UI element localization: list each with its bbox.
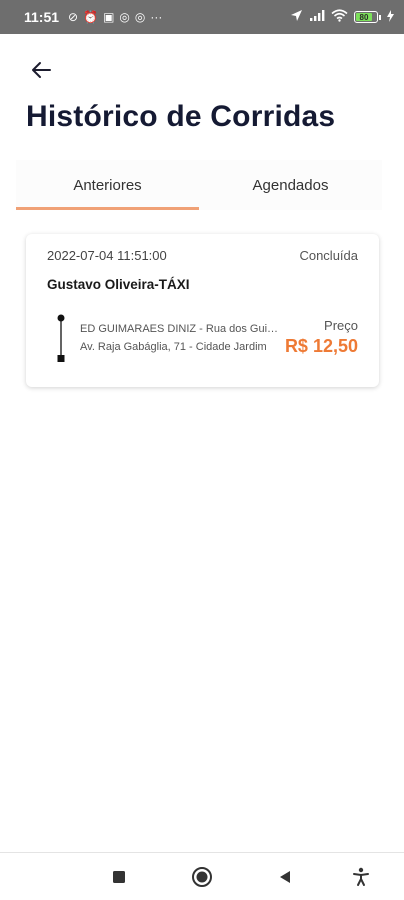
status-left: 11:51 ⊘ ⏰ ▣ ◎ ◎ ··· bbox=[24, 9, 162, 25]
tab-agendados[interactable]: Agendados bbox=[199, 160, 382, 210]
wifi-icon bbox=[331, 9, 348, 25]
square-icon bbox=[113, 871, 125, 883]
price-label: Preço bbox=[324, 318, 358, 333]
ride-driver: Gustavo Oliveira-TÁXI bbox=[47, 277, 190, 292]
nav-back-button[interactable] bbox=[273, 865, 297, 889]
ride-card[interactable]: 2022-07-04 11:51:00 Concluída Gustavo Ol… bbox=[26, 234, 379, 387]
signal-icon bbox=[309, 9, 325, 25]
back-button[interactable] bbox=[26, 55, 56, 85]
home-button[interactable] bbox=[190, 865, 214, 889]
battery-icon: 80 bbox=[354, 11, 381, 23]
status-time: 11:51 bbox=[24, 9, 60, 25]
arrow-left-icon bbox=[32, 62, 51, 78]
route-line-icon bbox=[57, 314, 65, 362]
price-value: R$ 12,50 bbox=[284, 336, 358, 356]
route-destination: Av. Raja Gabáglia, 71 - Cidade Jardim bbox=[80, 341, 267, 353]
location-icon bbox=[290, 9, 303, 25]
app-notification-icon: ◎ bbox=[119, 10, 130, 24]
tabs: Anteriores Agendados bbox=[16, 160, 382, 210]
recents-button[interactable] bbox=[107, 865, 131, 889]
battery-level: 80 bbox=[356, 13, 372, 22]
route-origin: ED GUIMARAES DINIZ - Rua dos Guimarães bbox=[80, 323, 280, 335]
do-not-disturb-icon: ⊘ bbox=[68, 10, 79, 24]
charging-icon bbox=[387, 9, 394, 25]
status-bar: 11:51 ⊘ ⏰ ▣ ◎ ◎ ··· 80 bbox=[0, 0, 404, 34]
notification-icon: ▣ bbox=[103, 10, 115, 24]
app-notification-icon-2: ◎ bbox=[134, 10, 146, 24]
circle-icon bbox=[192, 867, 212, 887]
ride-datetime: 2022-07-04 11:51:00 bbox=[47, 248, 167, 263]
alarm-icon: ⏰ bbox=[83, 10, 99, 24]
accessibility-button[interactable] bbox=[349, 865, 373, 889]
system-navigation-bar bbox=[0, 853, 404, 900]
ride-status: Concluída bbox=[299, 248, 358, 263]
more-notifications-icon: ··· bbox=[150, 10, 163, 24]
tab-anteriores[interactable]: Anteriores bbox=[16, 160, 199, 210]
triangle-left-icon bbox=[280, 871, 290, 883]
status-right: 80 bbox=[290, 9, 394, 25]
accessibility-icon bbox=[353, 867, 369, 886]
page-title: Histórico de Corridas bbox=[26, 100, 336, 133]
